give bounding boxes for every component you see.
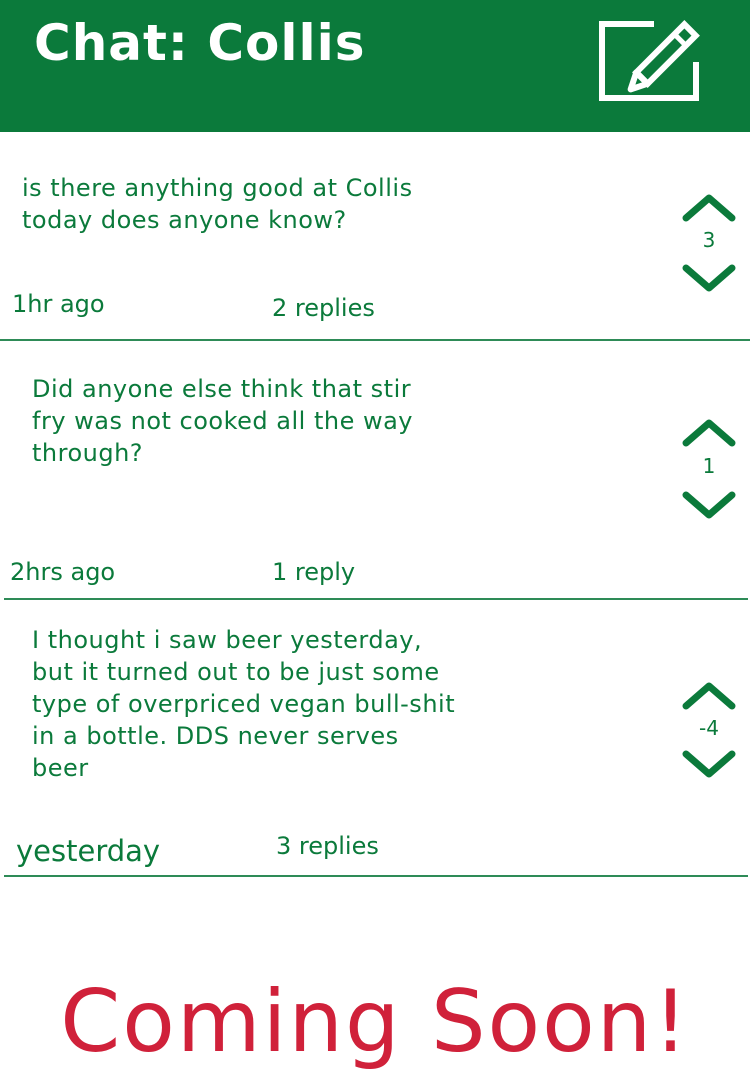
upvote-button[interactable] bbox=[680, 417, 738, 449]
vote-count: -4 bbox=[699, 716, 719, 740]
post-text-line: beer bbox=[32, 754, 89, 782]
post-replies-link[interactable]: 3 replies bbox=[276, 832, 379, 860]
upvote-button[interactable] bbox=[680, 192, 738, 224]
post-replies-link[interactable]: 2 replies bbox=[272, 294, 375, 322]
chevron-down-icon bbox=[682, 750, 736, 778]
chevron-down-icon bbox=[682, 264, 736, 292]
post-timestamp: 2hrs ago bbox=[10, 558, 116, 586]
post-text-line: but it turned out to be just some bbox=[32, 658, 440, 686]
header-bar: Chat: Collis bbox=[0, 0, 750, 132]
compose-icon bbox=[599, 20, 700, 101]
vote-count: 1 bbox=[702, 454, 716, 478]
post-divider bbox=[4, 875, 748, 877]
post-timestamp: yesterday bbox=[16, 834, 161, 868]
post-text-line: in a bottle. DDS never serves bbox=[32, 722, 399, 750]
compose-button[interactable] bbox=[596, 10, 712, 104]
coming-soon-banner: Coming Soon! bbox=[60, 972, 690, 1072]
post-text-line: fry was not cooked all the way bbox=[32, 407, 414, 435]
post-divider bbox=[4, 598, 748, 600]
post-text: Did anyone else think that stir fry was … bbox=[32, 373, 413, 469]
post-replies-link[interactable]: 1 reply bbox=[272, 558, 355, 586]
chevron-up-icon bbox=[682, 194, 736, 222]
post-divider bbox=[0, 339, 750, 341]
post-text-line: is there anything good at Collis bbox=[22, 174, 413, 202]
post-text-line: type of overpriced vegan bull-shit bbox=[32, 690, 456, 718]
chevron-up-icon bbox=[682, 682, 736, 710]
post-timestamp: 1hr ago bbox=[12, 290, 105, 318]
post-text-line: I thought i saw beer yesterday, bbox=[32, 626, 423, 654]
chevron-up-icon bbox=[682, 419, 736, 447]
post-text-line: through? bbox=[32, 439, 144, 467]
post-text-line: Did anyone else think that stir bbox=[32, 375, 412, 403]
downvote-button[interactable] bbox=[680, 262, 738, 294]
upvote-button[interactable] bbox=[680, 680, 738, 712]
downvote-button[interactable] bbox=[680, 748, 738, 780]
page-title: Chat: Collis bbox=[34, 14, 366, 72]
post-text: is there anything good at Collis today d… bbox=[22, 172, 413, 236]
vote-count: 3 bbox=[702, 228, 716, 252]
post-text-line: today does anyone know? bbox=[22, 206, 347, 234]
downvote-button[interactable] bbox=[680, 489, 738, 521]
chevron-down-icon bbox=[682, 491, 736, 519]
post-text: I thought i saw beer yesterday, but it t… bbox=[32, 624, 455, 784]
